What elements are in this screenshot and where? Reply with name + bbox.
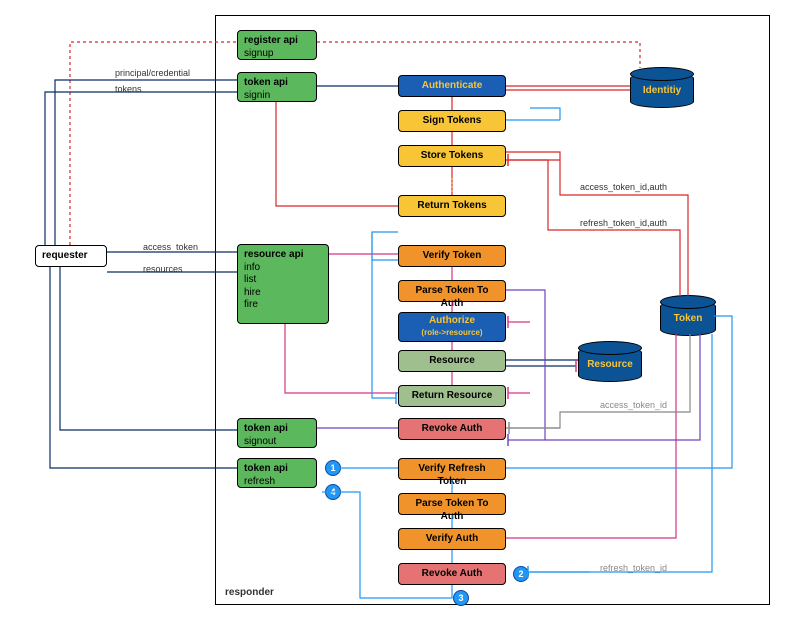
- step-store-tokens-label: Store Tokens: [421, 150, 484, 161]
- api-token-signout-sub: signout: [244, 436, 310, 449]
- step-resource: Resource: [398, 350, 506, 372]
- api-token-refresh-sub: refresh: [244, 476, 310, 489]
- store-resource-label: Resource: [587, 359, 633, 370]
- step-authorize: Authorize (role->resource): [398, 312, 506, 342]
- api-resource-sub-1: list: [244, 274, 322, 287]
- step-verify-auth-label: Verify Auth: [426, 533, 478, 544]
- label-resources: resources: [143, 264, 183, 274]
- badge-1: 1: [325, 460, 341, 476]
- api-register-title: register api: [244, 35, 310, 48]
- badge-4: 4: [325, 484, 341, 500]
- step-authenticate: Authenticate: [398, 75, 506, 97]
- responder-label: responder: [225, 587, 274, 598]
- api-resource-sub-2: hire: [244, 287, 322, 300]
- store-resource: Resource: [578, 346, 642, 382]
- step-authorize-sub: (role->resource): [405, 328, 499, 338]
- store-identity-label: Identitiy: [643, 85, 681, 96]
- label-rti: refresh_token_id: [600, 563, 667, 573]
- store-identity: Identitiy: [630, 72, 694, 108]
- step-resource-label: Resource: [429, 355, 475, 366]
- api-register: register api signup: [237, 30, 317, 60]
- step-revoke-auth-1-label: Revoke Auth: [422, 423, 483, 434]
- step-parse-token-2: Parse Token To Auth: [398, 493, 506, 515]
- store-token-label: Token: [674, 313, 703, 324]
- step-verify-refresh: Verify Refresh Token: [398, 458, 506, 480]
- label-tokens: tokens: [115, 84, 142, 94]
- step-store-tokens: Store Tokens: [398, 145, 506, 167]
- api-token-refresh: token api refresh: [237, 458, 317, 488]
- api-token-signout-title: token api: [244, 423, 310, 436]
- api-resource-sub-3: fire: [244, 299, 322, 312]
- api-resource-title: resource api: [244, 249, 322, 262]
- api-token-refresh-title: token api: [244, 463, 310, 476]
- step-verify-auth: Verify Auth: [398, 528, 506, 550]
- diagram-canvas: responder requester register api signup …: [0, 0, 800, 622]
- step-return-resource-label: Return Resource: [412, 390, 493, 401]
- badge-3: 3: [453, 590, 469, 606]
- badge-2: 2: [513, 566, 529, 582]
- step-return-tokens: Return Tokens: [398, 195, 506, 217]
- label-access-token: access_token: [143, 242, 198, 252]
- label-ati: access_token_id: [600, 400, 667, 410]
- step-sign-tokens-label: Sign Tokens: [423, 115, 482, 126]
- requester-box: requester: [35, 245, 107, 267]
- api-resource-sub-0: info: [244, 262, 322, 275]
- store-token: Token: [660, 300, 716, 336]
- label-ati-auth: access_token_id,auth: [580, 182, 667, 192]
- step-sign-tokens: Sign Tokens: [398, 110, 506, 132]
- step-authenticate-label: Authenticate: [422, 80, 483, 91]
- api-token-signin-sub: signin: [244, 90, 310, 103]
- step-return-tokens-label: Return Tokens: [417, 200, 486, 211]
- step-verify-token: Verify Token: [398, 245, 506, 267]
- step-verify-token-label: Verify Token: [423, 250, 482, 261]
- label-principal: principal/credential: [115, 68, 190, 78]
- api-resource: resource api info list hire fire: [237, 244, 329, 324]
- step-revoke-auth-1: Revoke Auth: [398, 418, 506, 440]
- step-revoke-auth-2: Revoke Auth: [398, 563, 506, 585]
- api-token-signout: token api signout: [237, 418, 317, 448]
- requester-label: requester: [42, 250, 88, 261]
- api-token-signin-title: token api: [244, 77, 310, 90]
- step-parse-token: Parse Token To Auth: [398, 280, 506, 302]
- step-return-resource: Return Resource: [398, 385, 506, 407]
- step-revoke-auth-2-label: Revoke Auth: [422, 568, 483, 579]
- api-register-sub: signup: [244, 48, 310, 61]
- step-authorize-title: Authorize: [405, 315, 499, 328]
- api-token-signin: token api signin: [237, 72, 317, 102]
- label-rti-auth: refresh_token_id,auth: [580, 218, 667, 228]
